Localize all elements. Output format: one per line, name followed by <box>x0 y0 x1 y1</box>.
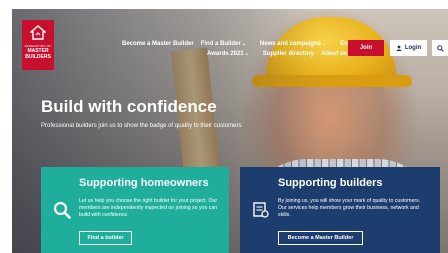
page-left-margin <box>0 0 12 253</box>
chevron-down-icon: ⌄ <box>244 51 249 57</box>
hero-title: Build with confidence <box>41 97 217 116</box>
card-supporting-builders: Supporting builders By joining us, you w… <box>240 167 440 253</box>
card-builders-text: By joining us, you will show your mark o… <box>278 198 421 218</box>
nav-supplier-directory[interactable]: Supplier directory <box>263 51 314 57</box>
card-homeowners-title: Supporting homeowners <box>79 177 209 189</box>
search-icon <box>436 44 444 52</box>
card-supporting-homeowners: Supporting homeowners Let us help you ch… <box>41 167 229 253</box>
hero-subtitle: Professional builders join us to show th… <box>41 123 242 129</box>
house-shield-icon <box>30 25 46 40</box>
logo-line2: BUILDERS <box>25 54 51 60</box>
user-icon <box>396 45 402 51</box>
nav-become-master-builder[interactable]: Become a Master Builder <box>122 41 194 47</box>
join-button[interactable]: Join <box>348 40 384 56</box>
nav-about-us[interactable]: About us <box>321 51 347 57</box>
nav-news-label: News and campaigns <box>259 41 321 47</box>
nav-news-and-campaigns[interactable]: News and campaigns⌄ <box>260 41 333 47</box>
main-nav-row1: Become a Master Builder Find a Builder⌄ … <box>122 41 367 47</box>
login-button[interactable]: Login <box>390 40 427 56</box>
fmb-logo[interactable]: FEDERATION OF MASTER BUILDERS <box>22 20 54 70</box>
main-nav-row2: Awards 2021⌄ Supplier directory About us <box>207 51 354 57</box>
search-button[interactable] <box>432 40 448 56</box>
certificate-icon <box>253 202 269 218</box>
nav-find-a-builder[interactable]: Find a Builder⌄ <box>201 41 253 47</box>
find-a-builder-button[interactable]: Find a builder <box>79 231 132 245</box>
card-homeowners-text: Let us help you choose the right builder… <box>79 198 218 218</box>
login-label: Login <box>404 45 422 51</box>
nav-awards-label: Awards 2021 <box>207 51 244 57</box>
nav-find-a-builder-label: Find a Builder <box>200 41 241 47</box>
magnifier-icon <box>53 201 71 219</box>
chevron-down-icon: ⌄ <box>321 41 327 47</box>
chevron-down-icon: ⌄ <box>241 41 246 47</box>
card-builders-title: Supporting builders <box>278 177 383 189</box>
nav-awards-2021[interactable]: Awards 2021⌄ <box>207 51 256 57</box>
become-master-builder-button[interactable]: Become a Master Builder <box>278 231 363 245</box>
